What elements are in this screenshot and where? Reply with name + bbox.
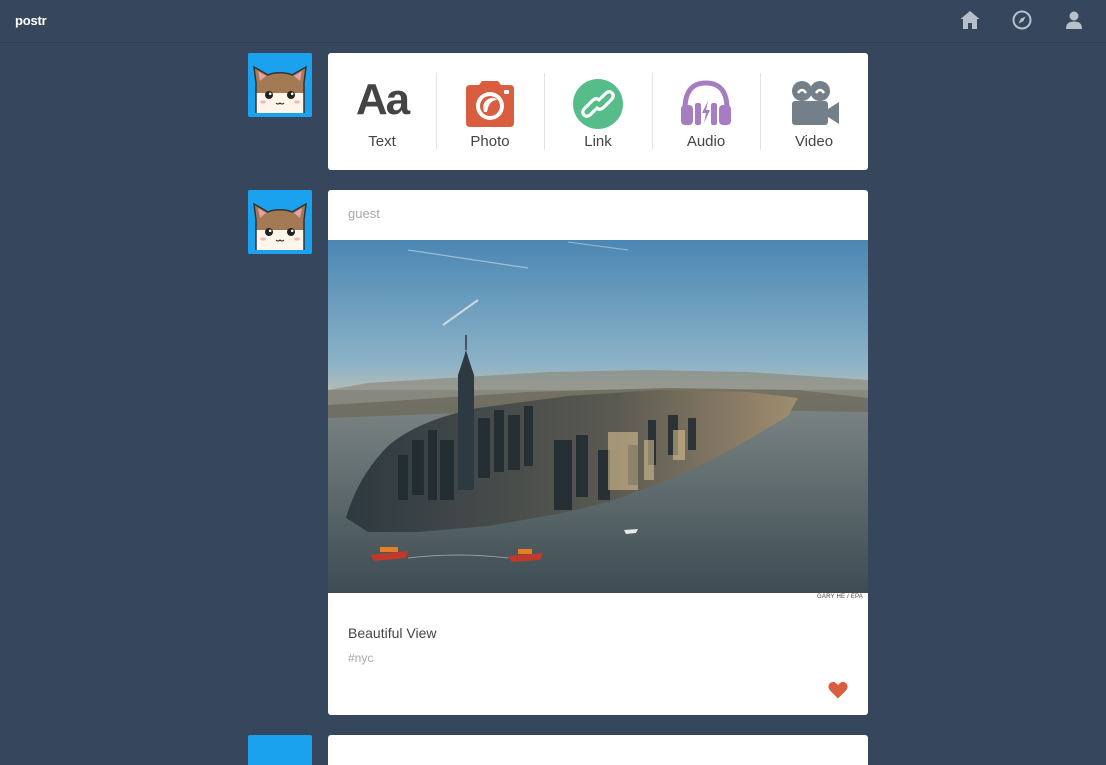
text-post-button[interactable]: Aa Text (328, 53, 436, 170)
post-card (328, 735, 868, 765)
post-type-menu: Aa Text Photo Link Audio Video (328, 53, 868, 170)
headphones-icon (679, 79, 733, 129)
heart-icon (828, 681, 848, 699)
post-author[interactable]: guest (348, 206, 380, 221)
photo-post-label: Photo (470, 133, 510, 150)
camera-icon (463, 79, 517, 129)
link-post-label: Link (584, 133, 612, 150)
like-button[interactable] (828, 681, 848, 699)
text-post-label: Text (368, 133, 396, 150)
video-post-button[interactable]: Video (760, 53, 868, 170)
avatar[interactable] (248, 190, 312, 254)
post-photo[interactable] (328, 240, 868, 593)
compass-icon[interactable] (1011, 9, 1033, 31)
top-bar: postr (0, 0, 1106, 43)
user-icon[interactable] (1063, 9, 1085, 31)
post-card: guest GARY HE / EPA Beautiful View #nyc (328, 190, 868, 715)
audio-post-label: Audio (686, 133, 726, 150)
image-credit: GARY HE / EPA (817, 594, 863, 600)
avatar[interactable] (248, 735, 312, 765)
home-icon[interactable] (959, 9, 981, 31)
link-post-button[interactable]: Link (544, 53, 652, 170)
post-tag[interactable]: #nyc (348, 651, 373, 665)
audio-post-button[interactable]: Audio (652, 53, 760, 170)
link-icon (571, 79, 625, 129)
text-icon: Aa (355, 75, 410, 124)
app-logo[interactable]: postr (15, 13, 47, 28)
post-title: Beautiful View (348, 625, 437, 641)
video-camera-icon (787, 79, 841, 129)
avatar[interactable] (248, 53, 312, 117)
photo-post-button[interactable]: Photo (436, 53, 544, 170)
video-post-label: Video (794, 133, 834, 150)
